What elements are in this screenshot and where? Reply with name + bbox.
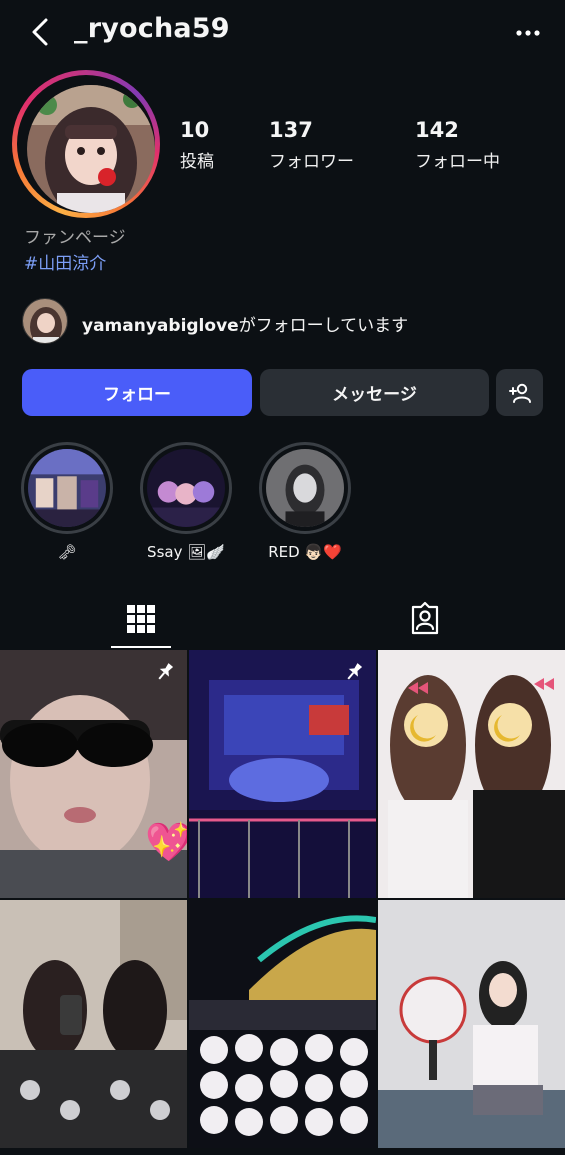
highlight-1-label: 🗝 [57, 543, 77, 561]
top-bar: _ryocha59 [0, 0, 565, 64]
highlight-3[interactable]: RED 👦🏻❤️ [258, 442, 352, 561]
followed-by-text: yamanyabigloveがフォローしています [82, 311, 408, 336]
post-thumbnail-2[interactable] [189, 650, 376, 898]
post-thumbnail-5[interactable] [189, 900, 376, 1148]
profile-username: _ryocha59 [74, 13, 230, 44]
stat-posts[interactable]: 10 投稿 [180, 118, 214, 172]
highlight-1[interactable]: 🗝 [20, 442, 114, 561]
stat-followers[interactable]: 137 フォロワー [269, 118, 354, 172]
chevron-left-icon[interactable] [26, 14, 56, 50]
tab-tagged[interactable] [395, 590, 455, 648]
profile-avatar[interactable] [27, 85, 155, 213]
message-button[interactable]: メッセージ [260, 369, 489, 416]
person-add-icon [508, 383, 531, 403]
post-thumbnail-1[interactable]: 💖 [0, 650, 187, 898]
followers-label: フォロワー [269, 152, 354, 172]
pinned-icon [347, 663, 363, 680]
story-ring[interactable] [12, 70, 160, 218]
highlight-2-label: Ssay 🖼🪽 [147, 543, 225, 561]
svg-text:💖: 💖 [145, 820, 187, 864]
followed-by-row[interactable]: yamanyabigloveがフォローしています [22, 298, 542, 344]
followed-by-username[interactable]: yamanyabiglove [82, 316, 239, 336]
profile-tabs [0, 590, 565, 648]
highlight-2-cover [147, 449, 225, 527]
highlight-3-label: RED 👦🏻❤️ [268, 543, 342, 561]
tagged-person-icon [411, 601, 439, 635]
followed-by-avatar [22, 298, 68, 344]
follow-button[interactable]: フォロー [22, 369, 252, 416]
bio-hashtag-link[interactable]: #山田涼介 [24, 249, 106, 274]
suggest-user-button[interactable] [496, 369, 543, 416]
following-count: 142 [415, 118, 459, 142]
post-thumbnail-6[interactable] [378, 900, 565, 1148]
posts-count: 10 [180, 118, 210, 142]
highlight-2[interactable]: Ssay 🖼🪽 [139, 442, 233, 561]
stat-following[interactable]: 142 フォロー中 [415, 118, 500, 172]
highlight-3-cover [266, 449, 344, 527]
profile-category: ファンページ [24, 228, 126, 248]
followers-count: 137 [269, 118, 313, 142]
pinned-icon [158, 663, 174, 680]
highlight-1-cover [28, 449, 106, 527]
grid-icon [127, 605, 155, 633]
followed-by-suffix: がフォローしています [238, 316, 409, 336]
post-thumbnail-3[interactable] [378, 650, 565, 898]
posts-label: 投稿 [180, 152, 214, 172]
following-label: フォロー中 [415, 152, 500, 172]
post-thumbnail-4[interactable] [0, 900, 187, 1148]
more-dots-icon[interactable] [513, 18, 543, 48]
active-tab-indicator [111, 646, 171, 648]
tab-posts-grid[interactable] [111, 590, 171, 648]
